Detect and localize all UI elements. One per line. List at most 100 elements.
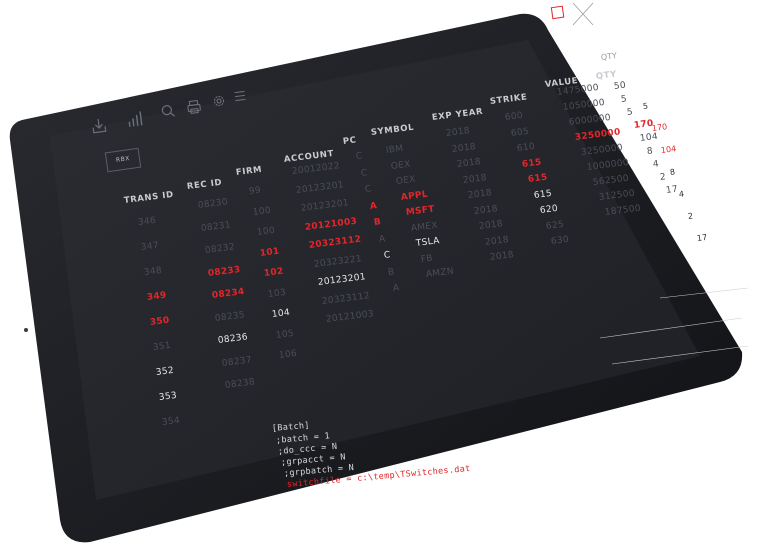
table-cell-firm: 104 <box>271 307 291 320</box>
table-cell-rec-id: 08232 <box>204 242 236 256</box>
table-cell-symbol: FB <box>420 253 434 265</box>
overflow-cell: 8 <box>669 167 676 177</box>
table-cell-trans-id: 350 <box>149 315 171 328</box>
overflow-cell: 170 <box>651 122 668 133</box>
table-cell-exp-year: 2018 <box>456 157 482 170</box>
header-pc[interactable]: PC <box>342 135 357 147</box>
table-cell-pc: A <box>378 233 387 245</box>
table-cell-pc: C <box>355 151 364 162</box>
table-cell-symbol: MSFT <box>405 204 436 218</box>
header-trans-id[interactable]: TRANS ID <box>123 190 174 206</box>
header-strike[interactable]: STRIKE <box>489 92 528 107</box>
table-cell-pc: C <box>364 184 373 195</box>
table-cell-pc: B <box>373 217 383 228</box>
table-cell-exp-year: 2018 <box>478 219 504 232</box>
table-cell-account: 20012022 <box>291 161 341 177</box>
table-cell-strike: 615 <box>527 172 549 185</box>
table-cell-firm: 99 <box>248 185 262 197</box>
menu-icon[interactable] <box>232 87 248 105</box>
table-cell-account: 20123201 <box>299 198 350 214</box>
table-cell-strike: 620 <box>539 203 559 216</box>
header-exp-year[interactable]: EXP YEAR <box>431 107 483 123</box>
table-cell-firm: 102 <box>263 266 285 279</box>
table-cell-exp-year: 2018 <box>483 234 510 248</box>
table-cell-account: 20123201 <box>295 179 345 196</box>
table-cell-symbol: AMZN <box>425 266 455 280</box>
table-cell-rec-id: 08230 <box>197 197 229 211</box>
table-cell-account: 20323221 <box>312 253 362 270</box>
table-cell-symbol: OEX <box>390 159 412 172</box>
overflow-cell: 2 <box>687 211 694 221</box>
table-cell-trans-id: 354 <box>161 415 181 428</box>
table-cell-value: 6000000 <box>568 112 612 128</box>
table-cell-trans-id: 352 <box>155 365 175 378</box>
stage: RBX TRANS ID REC ID FIRM ACCOUNT PC SYMB… <box>0 0 768 556</box>
table-cell-exp-year: 2018 <box>450 141 477 155</box>
header-symbol[interactable]: SYMBOL <box>370 123 414 138</box>
table-cell-value: 187500 <box>604 203 642 218</box>
table-cell-exp-year: 2018 <box>472 203 499 217</box>
table-cell-rec-id: 08238 <box>224 377 256 391</box>
table-cell-strike: 615 <box>521 157 543 170</box>
table-cell-strike: 615 <box>533 188 553 201</box>
table-cell-pc: C <box>382 250 391 261</box>
table-cell-value: 3250000 <box>574 127 622 143</box>
table-cell-symbol: IBM <box>385 143 404 156</box>
table-cell-pc: A <box>392 283 400 294</box>
table-cell-exp-year: 2018 <box>467 188 493 201</box>
table-cell-firm: 103 <box>267 287 287 300</box>
table-cell-symbol: OEX <box>395 174 417 187</box>
table-cell-exp-year: 2018 <box>489 250 515 263</box>
header-firm[interactable]: FIRM <box>235 165 262 178</box>
overflow-cell: 17 <box>696 232 708 243</box>
table-cell-firm: 106 <box>278 348 298 361</box>
table-cell-strike: 625 <box>544 219 565 232</box>
table-cell-pc: A <box>369 200 378 212</box>
table-cell-symbol: AMEX <box>410 220 439 234</box>
table-cell-firm: 100 <box>252 205 272 218</box>
header-qty-ghost: QTY <box>600 51 618 62</box>
download-icon[interactable] <box>89 116 109 136</box>
table-cell-strike: 605 <box>510 126 530 139</box>
table-cell-account: 20323112 <box>308 234 362 251</box>
table-cell-qty: 5 <box>619 94 628 105</box>
table-cell-trans-id: 348 <box>143 265 163 278</box>
table-cell-value: 312500 <box>598 188 636 203</box>
table-cell-symbol: TSLA <box>415 236 441 249</box>
table-cell-strike: 600 <box>504 110 524 123</box>
table-cell-rec-id: 08231 <box>200 219 232 234</box>
table-cell-trans-id: 351 <box>152 340 172 353</box>
table-cell-strike: 610 <box>515 141 536 154</box>
table-cell-firm: 100 <box>255 225 276 238</box>
table-cell-rec-id: 08236 <box>217 332 249 346</box>
table-cell-trans-id: 346 <box>137 215 157 228</box>
print-icon[interactable] <box>185 98 203 116</box>
table-cell-rec-id: 08235 <box>214 309 246 324</box>
table-cell-value: 562500 <box>592 173 630 188</box>
overflow-cell: 4 <box>678 189 685 199</box>
table-cell-trans-id: 353 <box>158 390 178 403</box>
table-cell-rec-id: 08233 <box>207 264 242 279</box>
table-cell-trans-id: 349 <box>146 290 168 303</box>
chart-icon[interactable] <box>125 109 147 129</box>
table-cell-exp-year: 2018 <box>445 126 471 139</box>
table-cell-account: 20323112 <box>321 290 371 307</box>
table-cell-pc: C <box>359 167 368 179</box>
table-cell-rec-id: 08237 <box>221 354 253 369</box>
table-cell-value: 3250000 <box>580 142 624 158</box>
table-cell-value: 1000000 <box>586 157 630 173</box>
table-cell-strike: 630 <box>550 234 570 247</box>
table-cell-pc: B <box>387 266 396 278</box>
header-qty[interactable]: QTY <box>595 69 617 81</box>
table-cell-account: 20121003 <box>325 309 375 325</box>
table-cell-trans-id: 347 <box>140 240 160 253</box>
table-cell-symbol: APPL <box>400 189 429 203</box>
table-cell-exp-year: 2018 <box>461 172 488 186</box>
rbx-button[interactable]: RBX <box>104 147 142 173</box>
console-line-1: [Batch] <box>271 420 311 434</box>
gear-icon[interactable] <box>210 92 228 110</box>
screen: RBX TRANS ID REC ID FIRM ACCOUNT PC SYMB… <box>0 0 768 556</box>
search-icon[interactable] <box>159 102 177 120</box>
header-rec-id[interactable]: REC ID <box>186 178 222 192</box>
table-cell-account: 20121003 <box>304 216 358 233</box>
